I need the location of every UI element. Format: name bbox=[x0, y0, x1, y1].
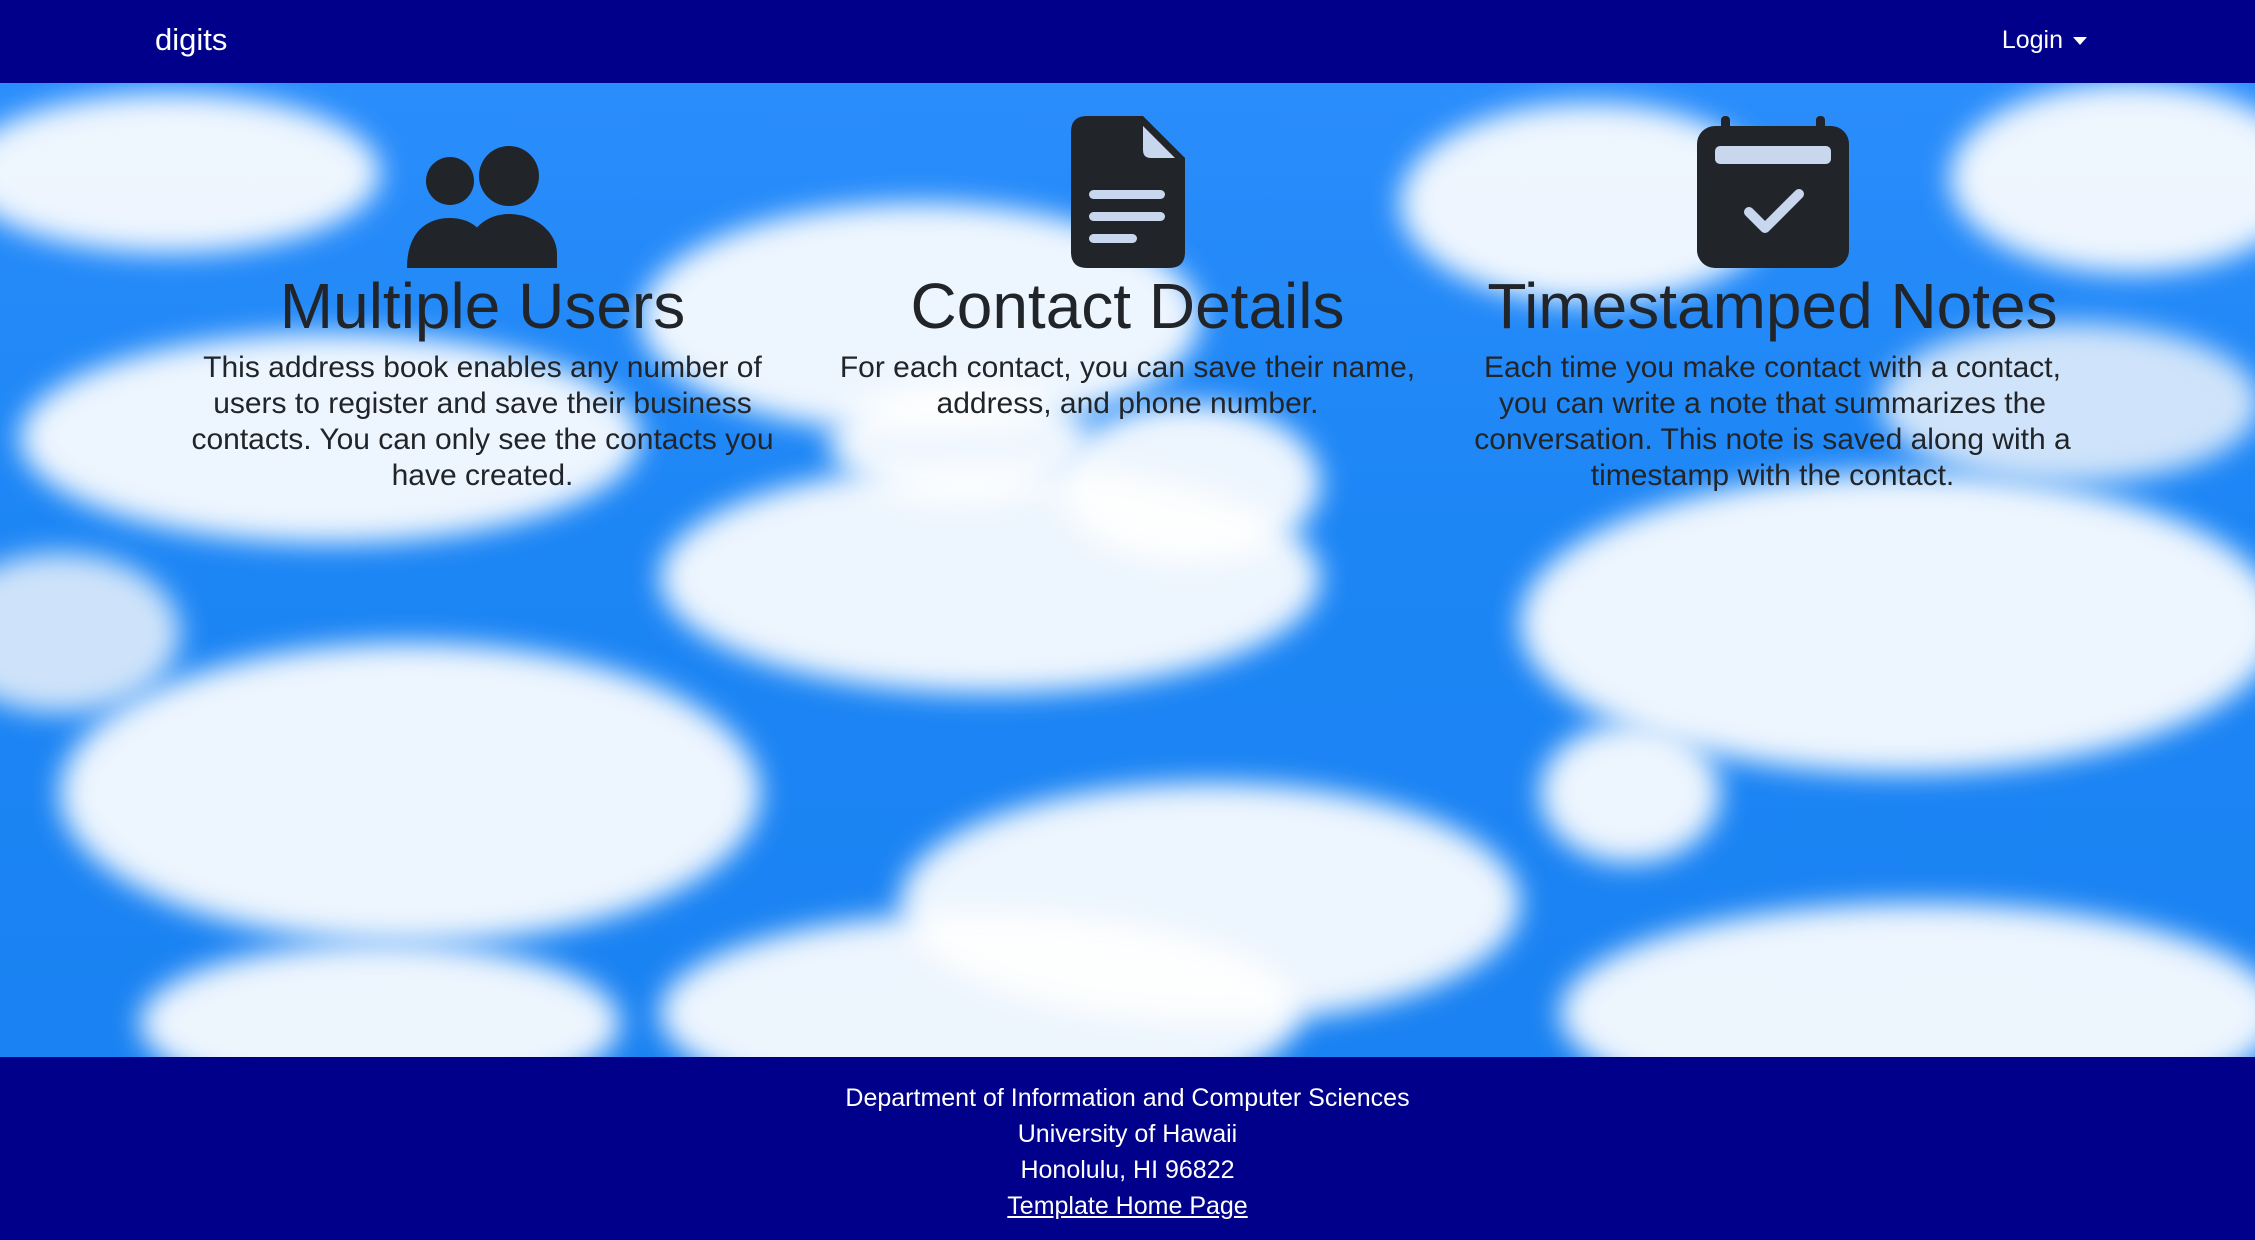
feature-title: Contact Details bbox=[910, 270, 1345, 342]
calendar-check-icon bbox=[1696, 116, 1849, 268]
feature-description: This address book enables any number of … bbox=[191, 351, 774, 492]
login-dropdown[interactable]: Login bbox=[2002, 22, 2087, 58]
feature-description: For each contact, you can save their nam… bbox=[839, 351, 1416, 420]
feature-description: Each time you make contact with a contac… bbox=[1474, 351, 2071, 492]
feature-title: Multiple Users bbox=[279, 270, 686, 342]
feature-title: Timestamped Notes bbox=[1487, 270, 2058, 342]
feature-column: Multiple Users This address book enables… bbox=[160, 83, 805, 1057]
navbar: digits Login bbox=[0, 0, 2255, 83]
footer-university: University of Hawaii bbox=[1017, 1120, 1238, 1148]
feature-column: Contact Details For each contact, you ca… bbox=[805, 83, 1450, 1057]
login-label: Login bbox=[2001, 26, 2063, 54]
feature-column: Timestamped Notes Each time you make con… bbox=[1450, 83, 2095, 1057]
caret-down-icon bbox=[2073, 37, 2087, 45]
file-text-icon bbox=[1070, 116, 1185, 268]
users-icon bbox=[406, 146, 557, 268]
hero-background: Multiple Users This address book enables… bbox=[0, 83, 2255, 1057]
footer-department: Department of Information and Computer S… bbox=[845, 1084, 1410, 1112]
brand-link[interactable]: digits bbox=[155, 20, 227, 60]
footer: Department of Information and Computer S… bbox=[0, 1057, 2255, 1240]
footer-address: Honolulu, HI 96822 bbox=[1020, 1156, 1235, 1184]
template-home-link[interactable]: Template Home Page bbox=[1007, 1192, 1247, 1220]
